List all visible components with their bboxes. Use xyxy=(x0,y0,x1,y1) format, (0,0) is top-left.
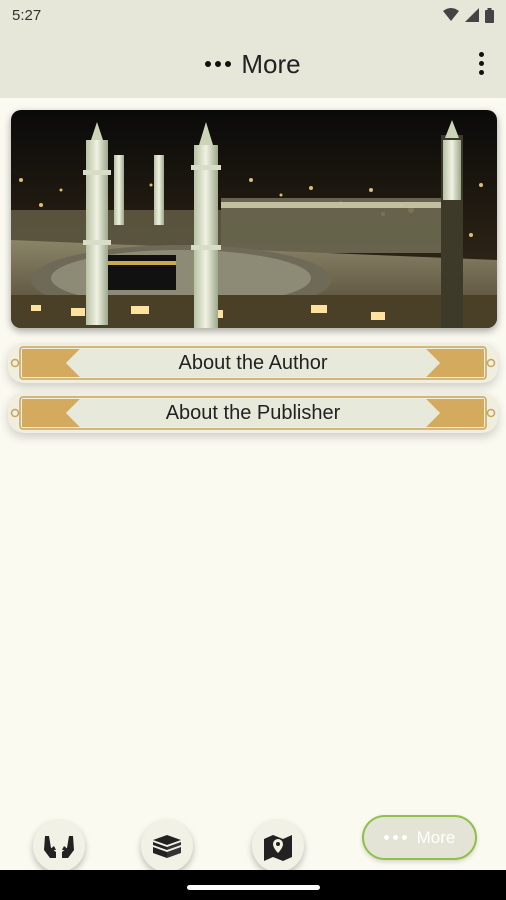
nav-more-label: More xyxy=(416,827,456,847)
signal-icon xyxy=(465,8,479,22)
status-icons xyxy=(443,7,494,23)
system-navigation-bar xyxy=(0,870,506,900)
overflow-menu-icon[interactable] xyxy=(479,52,484,75)
nav-dua-button[interactable] xyxy=(33,820,85,872)
kaaba-night-photo xyxy=(11,110,497,328)
nav-more-button[interactable]: More xyxy=(362,815,477,860)
more-dots-icon xyxy=(383,835,407,840)
menu-item-label: About the Publisher xyxy=(165,401,341,424)
menu-item-about-publisher[interactable]: About the Publisher xyxy=(8,393,498,433)
menu-item-about-author[interactable]: About the Author xyxy=(8,343,498,383)
praying-hands-icon xyxy=(44,836,74,858)
app-bar-title-group: More xyxy=(205,48,301,80)
status-time: 5:27 xyxy=(12,6,42,24)
menu-item-label: About the Author xyxy=(178,351,328,374)
app-bar: More xyxy=(0,30,506,98)
wifi-icon xyxy=(443,8,459,21)
more-dots-icon xyxy=(205,61,232,67)
page-title: More xyxy=(241,48,301,79)
nav-map-button[interactable] xyxy=(252,820,304,872)
battery-icon xyxy=(485,7,494,23)
status-bar: 5:27 xyxy=(0,0,506,30)
map-icon xyxy=(264,835,292,861)
kaaba-icon xyxy=(153,835,181,858)
hero-image xyxy=(11,110,497,328)
nav-kaaba-button[interactable] xyxy=(141,820,193,872)
home-handle[interactable] xyxy=(187,885,320,890)
